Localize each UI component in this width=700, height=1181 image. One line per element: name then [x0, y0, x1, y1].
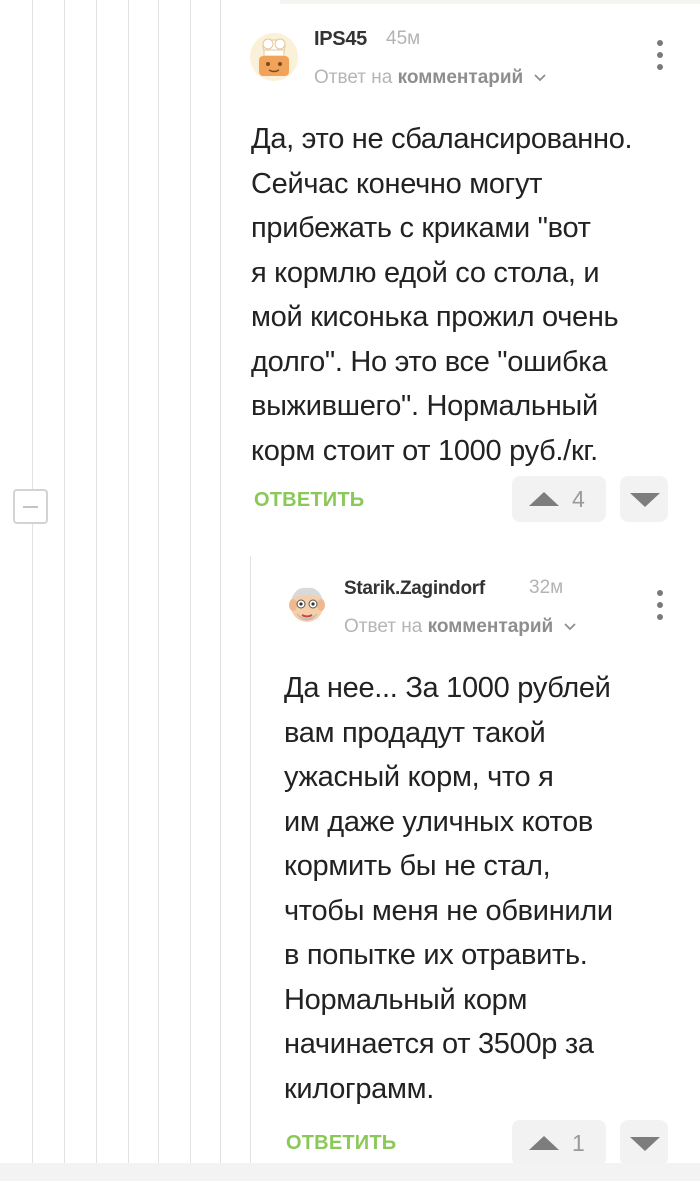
comment-line: им даже уличных котов: [284, 805, 594, 838]
comment-line: ужасный корм, что я: [284, 761, 554, 793]
minus-icon: [23, 506, 38, 508]
thread-line[interactable]: [96, 0, 97, 1163]
chevron-down-icon: [533, 74, 546, 82]
comment-line: начинается от 3500р за: [284, 1028, 594, 1060]
upvote-button[interactable]: 1: [512, 1120, 606, 1166]
arrow-up-icon: [529, 1136, 559, 1150]
arrow-down-icon: [630, 1137, 660, 1151]
thread-line[interactable]: [250, 556, 251, 1163]
comment-thread: IPS45 45м Ответ на комментарий Да, это н…: [0, 0, 700, 1181]
rating-count: 4: [572, 486, 585, 512]
chevron-down-icon: [563, 623, 576, 631]
comment-line: я кормлю едой со стола, и: [251, 256, 600, 289]
comment-line: долго". Но это все "ошибка: [251, 345, 608, 378]
comment-line: Нормальный корм: [284, 983, 528, 1016]
upvote-button[interactable]: 4: [512, 476, 606, 522]
previous-comment-edge: [280, 0, 700, 4]
reply-to-link[interactable]: Ответ на комментарий: [314, 67, 547, 89]
reply-to-link[interactable]: Ответ на комментарий: [344, 616, 577, 638]
comment-menu-button[interactable]: [654, 590, 666, 626]
thread-line[interactable]: [190, 0, 191, 1163]
comment-time: 45м: [386, 28, 421, 49]
hat-avatar-icon[interactable]: [250, 33, 298, 81]
comment-line: выжившего". Нормальный: [251, 390, 598, 422]
downvote-button[interactable]: [620, 1120, 668, 1166]
thread-line[interactable]: [220, 0, 221, 1163]
comment-line: прибежать с криками "вот: [251, 212, 591, 244]
comment-menu-button[interactable]: [654, 40, 666, 76]
collapse-thread-button[interactable]: [13, 489, 48, 524]
comment-line: мой кисонька прожил очень: [251, 301, 619, 333]
comment-line: килограмм.: [284, 1072, 435, 1105]
reply-to-prefix: Ответ на: [314, 67, 393, 88]
reply-to-prefix: Ответ на: [344, 616, 423, 637]
comment-line: Да нее... За 1000 рублей: [284, 672, 611, 704]
thread-line[interactable]: [128, 0, 129, 1163]
downvote-button[interactable]: [620, 476, 668, 522]
comment-line: вам продадут такой: [284, 716, 546, 749]
thread-line[interactable]: [158, 0, 159, 1163]
reply-button[interactable]: ОТВЕТИТЬ: [286, 1132, 396, 1155]
comment-author[interactable]: Starik.Zagindorf: [344, 578, 485, 600]
old-man-avatar-icon[interactable]: [282, 580, 332, 630]
reply-to-target: комментарий: [427, 616, 554, 637]
comment-line: кормить бы не стал,: [284, 850, 551, 882]
thread-line[interactable]: [64, 0, 65, 1163]
comment-line: Да, это не сбалансированно.: [251, 123, 633, 155]
thread-line[interactable]: [32, 0, 33, 1163]
comment-line: в попытке их отравить.: [284, 939, 588, 971]
comment-body: Да нее... За 1000 рублей вам продадут та…: [284, 666, 613, 1111]
reply-to-target: комментарий: [397, 67, 524, 88]
comment-line: Сейчас конечно могут: [251, 167, 543, 200]
arrow-down-icon: [630, 493, 660, 507]
reply-button[interactable]: ОТВЕТИТЬ: [254, 489, 364, 512]
comment-line: чтобы меня не обвинили: [284, 894, 613, 927]
rating-count: 1: [572, 1130, 585, 1156]
comment-author[interactable]: IPS45: [314, 28, 367, 51]
comment-line: корм стоит от 1000 руб./кг.: [251, 434, 598, 467]
arrow-up-icon: [529, 492, 559, 506]
comment-time: 32м: [529, 577, 564, 598]
comment-body: Да, это не сбалансированно. Сейчас конеч…: [251, 117, 633, 473]
page-bottom-bar: [0, 1163, 700, 1181]
